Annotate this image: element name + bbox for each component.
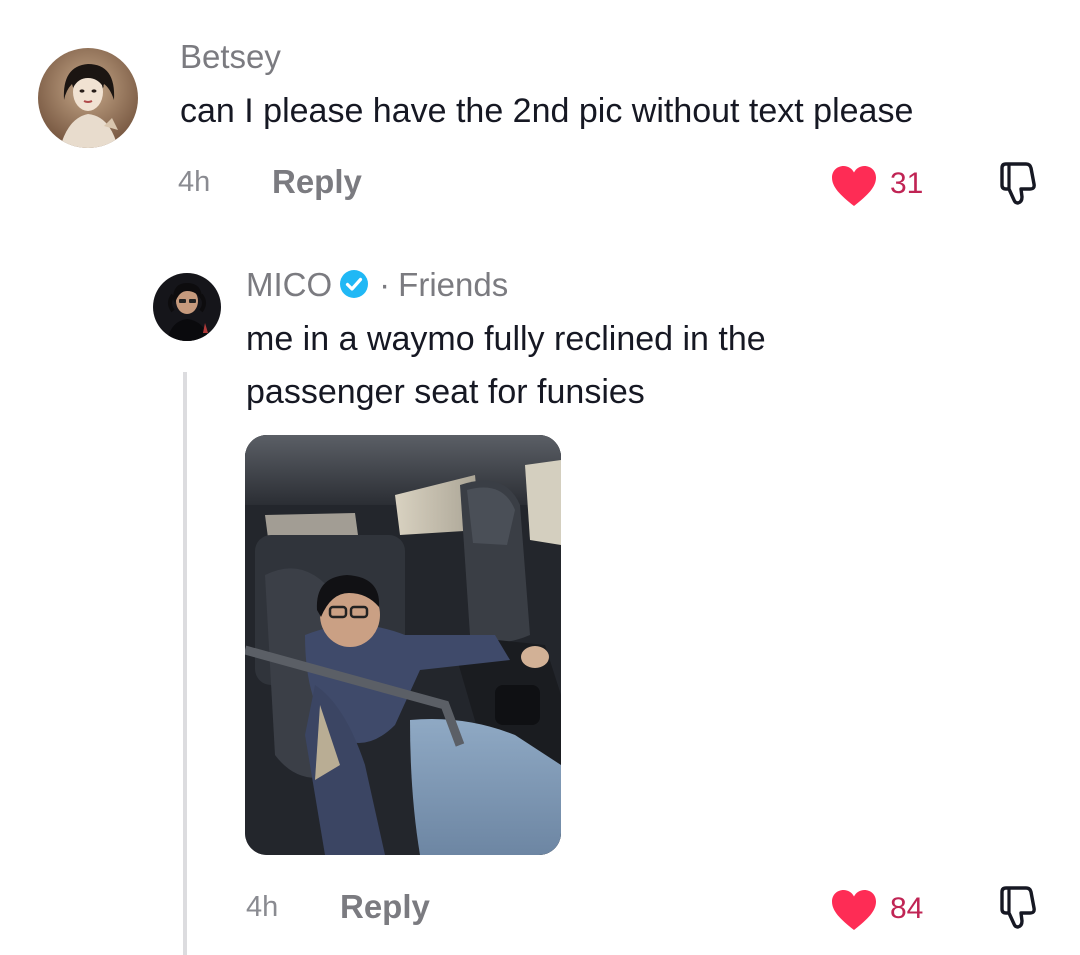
reply-timestamp: 4h (246, 891, 279, 923)
reply-text-line-1: me in a waymo fully reclined in the (246, 320, 766, 358)
like-button[interactable]: 31 (830, 162, 930, 208)
comment-text: can I please have the 2nd pic without te… (180, 92, 914, 130)
avatar-portrait-image (38, 48, 138, 148)
heart-icon (832, 890, 876, 930)
heart-icon (832, 166, 876, 206)
reply-text-line-2: passenger seat for funsies (246, 373, 645, 411)
replier-header: MICO · Friends (246, 266, 508, 304)
avatar-photo-image (153, 273, 221, 341)
commenter-avatar[interactable] (38, 48, 138, 148)
comment-item: Betsey can I please have the 2nd pic wit… (0, 0, 1080, 230)
car-interior-photo (245, 435, 561, 855)
like-button[interactable]: 84 (830, 886, 940, 932)
replier-username[interactable]: MICO (246, 266, 332, 303)
like-count: 84 (890, 892, 924, 925)
dislike-icon[interactable] (996, 160, 1040, 208)
replier-avatar[interactable] (153, 273, 221, 341)
verified-badge-icon (340, 270, 369, 298)
reply-button[interactable]: Reply (272, 163, 362, 201)
reply-button[interactable]: Reply (340, 888, 430, 926)
like-count: 31 (890, 167, 924, 200)
relation-separator: · (379, 266, 391, 303)
commenter-username[interactable]: Betsey (180, 38, 281, 76)
reply-attached-photo[interactable] (245, 435, 561, 855)
comment-timestamp: 4h (178, 166, 211, 198)
relation-label: Friends (398, 266, 509, 303)
dislike-icon[interactable] (996, 884, 1040, 932)
reply-item: MICO · Friends me in a waymo fully reclin… (0, 240, 1080, 955)
